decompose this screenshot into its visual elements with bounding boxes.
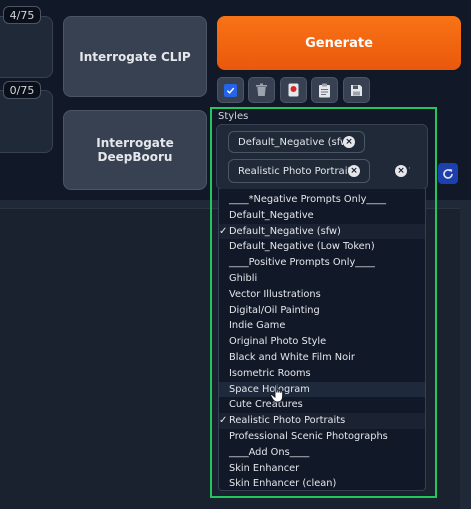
positive-prompt-input[interactable] bbox=[0, 16, 53, 78]
tool-button-save[interactable] bbox=[343, 77, 370, 103]
style-option[interactable]: Vector Illustrations bbox=[219, 287, 425, 303]
trash-icon bbox=[256, 83, 267, 96]
style-option-label: ____Positive Prompts Only____ bbox=[229, 257, 375, 269]
tool-button-checkbox[interactable] bbox=[217, 77, 244, 103]
negative-token-counter: 0/75 bbox=[3, 81, 41, 99]
style-option[interactable]: ____Add Ons____ bbox=[219, 445, 425, 461]
style-option[interactable]: Ghibli bbox=[219, 271, 425, 287]
style-option[interactable]: Indie Game bbox=[219, 318, 425, 334]
style-option[interactable]: Skin Enhancer bbox=[219, 461, 425, 477]
style-option[interactable]: Cute Creatures bbox=[219, 397, 425, 413]
refresh-styles-button[interactable] bbox=[438, 163, 458, 184]
style-option[interactable]: Professional Scenic Photographs bbox=[219, 429, 425, 445]
checkmark-icon: ✓ bbox=[219, 415, 228, 427]
interrogate-clip-button[interactable]: Interrogate CLIP bbox=[63, 16, 207, 97]
style-option-label: Skin Enhancer (clean) bbox=[229, 478, 337, 490]
generate-button[interactable]: Generate bbox=[217, 16, 461, 70]
style-option[interactable]: Original Photo Style bbox=[219, 334, 425, 350]
style-option[interactable]: Default_Negative (Low Token) bbox=[219, 239, 425, 255]
remove-chip-icon[interactable]: × bbox=[348, 165, 360, 177]
tool-button-trash[interactable] bbox=[248, 77, 275, 103]
refresh-icon bbox=[443, 168, 453, 179]
positive-token-counter: 4/75 bbox=[3, 6, 41, 24]
style-option[interactable]: Space Hologram bbox=[219, 381, 425, 398]
style-option-label: Default_Negative (Low Token) bbox=[229, 241, 375, 253]
style-option-label: ____*Negative Prompts Only____ bbox=[229, 194, 386, 205]
styles-label: Styles bbox=[218, 111, 249, 122]
red-card-icon bbox=[288, 83, 299, 97]
hand-cursor-icon bbox=[270, 384, 284, 403]
dropdown-arrow-icon[interactable]: · bbox=[408, 164, 411, 174]
style-option-label: Realistic Photo Portraits bbox=[229, 415, 346, 427]
style-option[interactable]: ____Positive Prompts Only____ bbox=[219, 255, 425, 271]
style-option[interactable]: ✓ Default_Negative (sfw) bbox=[219, 223, 425, 240]
style-option[interactable]: ✓ Realistic Photo Portraits bbox=[219, 413, 425, 429]
clear-all-icon[interactable]: × bbox=[395, 165, 407, 177]
style-option-label: Isometric Rooms bbox=[229, 367, 311, 379]
tool-button-clipboard[interactable] bbox=[311, 77, 338, 103]
style-option-label: Skin Enhancer bbox=[229, 462, 300, 474]
style-option-label: Professional Scenic Photographs bbox=[229, 430, 388, 442]
save-icon bbox=[351, 84, 362, 96]
style-option-label: Black and White Film Noir bbox=[229, 351, 355, 363]
style-option-label: Cute Creatures bbox=[229, 399, 303, 411]
style-option[interactable]: Black and White Film Noir bbox=[219, 350, 425, 366]
style-option-label: Ghibli bbox=[229, 272, 258, 284]
style-option[interactable]: ____*Negative Prompts Only____ bbox=[219, 192, 425, 208]
tool-button-style-card[interactable] bbox=[280, 77, 307, 103]
remove-chip-icon[interactable]: × bbox=[343, 136, 355, 148]
style-chip-label: Default_Negative (sfw) bbox=[238, 136, 353, 148]
style-chip: Realistic Photo Portraits × bbox=[228, 159, 370, 183]
style-option[interactable]: Skin Enhancer (clean) bbox=[219, 476, 425, 490]
clipboard-icon bbox=[319, 83, 330, 97]
style-option-label: Indie Game bbox=[229, 320, 286, 332]
checkmark-icon: ✓ bbox=[219, 225, 228, 237]
interrogate-deepbooru-button[interactable]: Interrogate DeepBooru bbox=[63, 110, 207, 190]
style-option-label: Vector Illustrations bbox=[229, 288, 321, 300]
style-chip-label: Realistic Photo Portraits bbox=[238, 165, 357, 177]
style-option[interactable]: Isometric Rooms bbox=[219, 366, 425, 382]
style-option-label: Default_Negative bbox=[229, 209, 314, 221]
style-option[interactable]: Default_Negative bbox=[219, 208, 425, 224]
style-option-label: Default_Negative (sfw) bbox=[229, 225, 341, 237]
style-option-label: Original Photo Style bbox=[229, 336, 327, 348]
style-option[interactable]: Digital/Oil Painting bbox=[219, 303, 425, 319]
style-option-label: Digital/Oil Painting bbox=[229, 304, 320, 316]
style-option-label: ____Add Ons____ bbox=[229, 446, 310, 458]
checkbox-icon bbox=[224, 83, 237, 97]
styles-dropdown-list: ____*Negative Prompts Only____ Default_N… bbox=[218, 189, 426, 491]
style-chip: Default_Negative (sfw) × bbox=[228, 131, 365, 153]
